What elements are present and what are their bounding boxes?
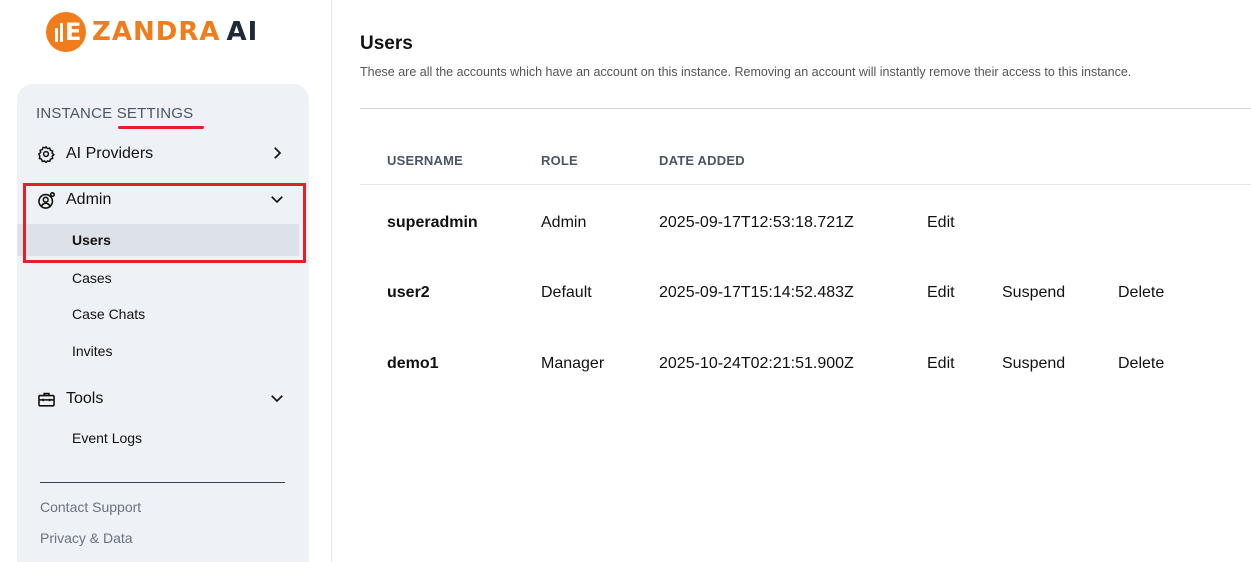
header-divider bbox=[360, 108, 1251, 109]
cell-date-added: 2025-10-24T02:21:51.900Z bbox=[659, 355, 854, 372]
edit-button[interactable]: Edit bbox=[927, 284, 955, 302]
logo-letter: E bbox=[65, 18, 82, 46]
sidebar-item-event-logs[interactable]: Event Logs bbox=[17, 422, 299, 454]
section-title-underline bbox=[118, 126, 204, 129]
sidebar-divider bbox=[40, 482, 285, 483]
contact-support-link[interactable]: Contact Support bbox=[40, 499, 141, 515]
chevron-down-icon bbox=[271, 395, 283, 403]
logo[interactable]: E ZANDRA AI bbox=[46, 12, 258, 52]
sidebar-item-cases[interactable]: Cases bbox=[17, 262, 299, 294]
user-gear-icon bbox=[36, 190, 56, 210]
sidebar-item-label: AI Providers bbox=[66, 145, 154, 162]
cell-date-added: 2025-09-17T15:14:52.483Z bbox=[659, 284, 854, 301]
sidebar: E ZANDRA AI INSTANCE SETTINGS AI Provider… bbox=[0, 0, 330, 562]
cell-username: user2 bbox=[387, 284, 430, 301]
chevron-down-icon bbox=[271, 196, 283, 204]
column-header-role: ROLE bbox=[541, 153, 578, 168]
suspend-button[interactable]: Suspend bbox=[1002, 284, 1065, 302]
cell-username: demo1 bbox=[387, 355, 439, 372]
sidebar-item-admin[interactable]: Admin bbox=[36, 187, 296, 213]
sidebar-item-tools[interactable]: Tools bbox=[36, 386, 296, 412]
delete-button[interactable]: Delete bbox=[1118, 284, 1164, 302]
delete-button[interactable]: Delete bbox=[1118, 355, 1164, 373]
cell-role: Default bbox=[541, 284, 592, 301]
sidebar-item-users[interactable]: Users bbox=[17, 224, 299, 256]
sidebar-item-label: Admin bbox=[66, 191, 112, 208]
chevron-right-icon bbox=[274, 147, 282, 159]
privacy-data-link[interactable]: Privacy & Data bbox=[40, 530, 133, 546]
page-title: Users bbox=[360, 33, 413, 54]
cell-role: Admin bbox=[541, 214, 587, 231]
cell-date-added: 2025-09-17T12:53:18.721Z bbox=[659, 214, 854, 231]
section-title: INSTANCE SETTINGS bbox=[36, 105, 194, 122]
page-description: These are all the accounts which have an… bbox=[360, 65, 1132, 79]
edit-button[interactable]: Edit bbox=[927, 355, 955, 373]
column-header-username: USERNAME bbox=[387, 153, 463, 168]
sidebar-item-label: Tools bbox=[66, 390, 104, 407]
main-border bbox=[331, 0, 332, 562]
brand-name: ZANDRA AI bbox=[92, 17, 259, 47]
sidebar-item-invites[interactable]: Invites bbox=[17, 335, 299, 367]
toolbox-icon bbox=[36, 389, 56, 409]
logo-mark-icon: E bbox=[46, 12, 86, 52]
cell-username: superadmin bbox=[387, 214, 478, 231]
suspend-button[interactable]: Suspend bbox=[1002, 355, 1065, 373]
cell-role: Manager bbox=[541, 355, 605, 372]
table-header-divider bbox=[360, 184, 1251, 185]
column-header-date-added: DATE ADDED bbox=[659, 153, 745, 168]
gear-icon bbox=[36, 144, 56, 164]
sidebar-item-ai-providers[interactable]: AI Providers bbox=[36, 141, 296, 167]
edit-button[interactable]: Edit bbox=[927, 214, 955, 232]
sidebar-item-case-chats[interactable]: Case Chats bbox=[17, 298, 299, 330]
